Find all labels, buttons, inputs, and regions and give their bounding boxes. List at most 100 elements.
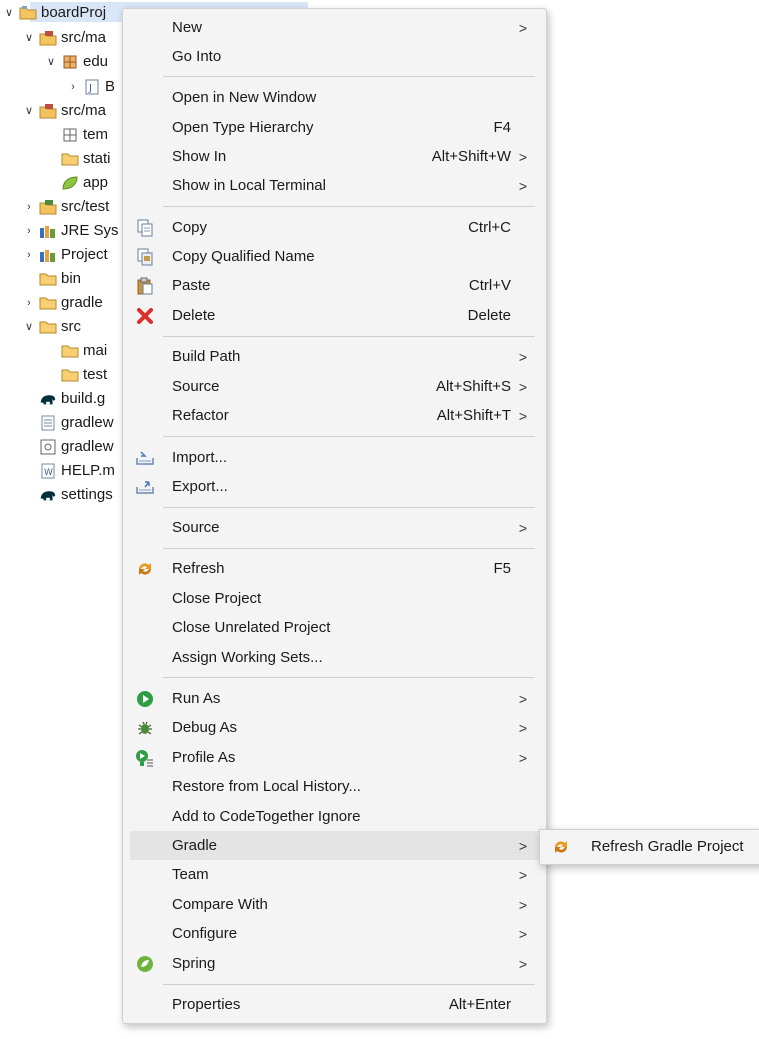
tree-item[interactable]: ∨ edu	[44, 50, 108, 73]
menu-item-gradle[interactable]: Gradle >	[130, 831, 539, 860]
tree-item[interactable]: gradlew	[39, 435, 114, 458]
menu-item-show-in[interactable]: Show In Alt+Shift+W >	[130, 142, 539, 171]
menu-item-source-2[interactable]: Source >	[130, 513, 539, 542]
leaf-icon	[61, 174, 79, 192]
menu-item-label: Restore from Local History...	[172, 778, 361, 795]
menu-item-import[interactable]: Import...	[130, 443, 539, 472]
chevron-right-icon: >	[518, 866, 527, 883]
menu-item-source[interactable]: Source Alt+Shift+S >	[130, 372, 539, 401]
tree-item[interactable]: test	[61, 363, 107, 386]
menu-item-shortcut: Alt+Shift+W	[431, 148, 511, 165]
menu-item-label: Show In	[172, 148, 227, 165]
tree-item[interactable]: mai	[61, 339, 107, 362]
chevron-right-icon[interactable]: ›	[22, 249, 36, 261]
tree-item[interactable]: › J B	[66, 75, 115, 98]
menu-item-close-unrelated-project[interactable]: Close Unrelated Project	[130, 613, 539, 642]
chevron-right-icon: >	[518, 719, 527, 736]
menu-item-copy-qualified-name[interactable]: Copy Qualified Name	[130, 242, 539, 271]
menu-item-compare-with[interactable]: Compare With >	[130, 890, 539, 919]
chevron-right-icon: >	[518, 348, 527, 365]
chevron-down-icon[interactable]: ∨	[22, 31, 36, 44]
chevron-right-icon: >	[518, 19, 527, 36]
tree-item-label: settings	[61, 486, 113, 503]
gradle-elephant-icon	[39, 486, 57, 504]
menu-item-label: Open Type Hierarchy	[172, 119, 314, 136]
menu-item-label: Team	[172, 866, 209, 883]
menu-item-configure[interactable]: Configure >	[130, 919, 539, 948]
tree-item-root[interactable]: ∨ boardProj	[2, 1, 106, 24]
tree-item[interactable]: ∨ src/ma	[22, 99, 106, 122]
tree-item[interactable]: ∨ src	[22, 315, 81, 338]
tree-item[interactable]: stati	[61, 147, 111, 170]
tree-item-label: edu	[83, 53, 109, 70]
tree-item[interactable]: › src/test	[22, 195, 109, 218]
menu-item-paste[interactable]: Paste Ctrl+V	[130, 271, 539, 300]
menu-item-label: Close Unrelated Project	[172, 619, 331, 636]
export-icon	[134, 476, 156, 498]
menu-item-spring[interactable]: Spring >	[130, 949, 539, 978]
project-explorer-tree: ∨ boardProj ∨ src/ma ∨ edu › J B ∨ src/m…	[0, 0, 308, 1039]
menu-item-team[interactable]: Team >	[130, 860, 539, 889]
menu-item-label: Go Into	[172, 48, 222, 65]
java-file-icon: J	[83, 78, 101, 96]
tree-item[interactable]: gradlew	[39, 411, 114, 434]
menu-separator	[163, 984, 535, 985]
menu-item-new[interactable]: New >	[130, 13, 539, 42]
menu-item-debug-as[interactable]: Debug As >	[130, 713, 539, 742]
chevron-right-icon: >	[518, 148, 527, 165]
menu-item-add-to-codetogether-ignore[interactable]: Add to CodeTogether Ignore	[130, 802, 539, 831]
tree-item[interactable]: settings	[39, 483, 113, 506]
menu-item-shortcut: Delete	[467, 307, 511, 324]
tree-item-label: bin	[61, 270, 82, 287]
menu-item-refactor[interactable]: Refactor Alt+Shift+T >	[130, 401, 539, 430]
menu-item-profile-as[interactable]: Profile As >	[130, 743, 539, 772]
menu-item-delete[interactable]: Delete Delete	[130, 301, 539, 330]
menu-item-export[interactable]: Export...	[130, 472, 539, 501]
menu-item-go-into[interactable]: Go Into	[130, 42, 539, 71]
chevron-right-icon[interactable]: ›	[22, 297, 36, 309]
menu-item-copy[interactable]: Copy Ctrl+C	[130, 213, 539, 242]
menu-item-build-path[interactable]: Build Path >	[130, 342, 539, 371]
menu-item-show-in-local-terminal[interactable]: Show in Local Terminal >	[130, 171, 539, 200]
chevron-right-icon: >	[518, 519, 527, 536]
chevron-right-icon[interactable]: ›	[22, 225, 36, 237]
menu-item-label: Spring	[172, 955, 216, 972]
tree-item[interactable]: app	[61, 171, 108, 194]
chevron-down-icon[interactable]: ∨	[22, 104, 36, 117]
menu-item-restore-from-local-history[interactable]: Restore from Local History...	[130, 772, 539, 801]
menu-item-shortcut: F5	[493, 560, 511, 577]
chevron-down-icon[interactable]: ∨	[2, 6, 16, 19]
tree-item[interactable]: W HELP.m	[39, 459, 115, 482]
menu-item-open-type-hierarchy[interactable]: Open Type Hierarchy F4	[130, 113, 539, 142]
tree-item[interactable]: tem	[61, 123, 108, 146]
tree-item[interactable]: › JRE Sys	[22, 219, 118, 242]
chevron-right-icon: >	[518, 837, 527, 854]
copy-qualified-name-icon	[134, 246, 156, 268]
menu-item-label: Gradle	[172, 837, 218, 854]
menu-item-close-project[interactable]: Close Project	[130, 584, 539, 613]
chevron-right-icon[interactable]: ›	[66, 81, 80, 93]
menu-separator	[163, 677, 535, 678]
menu-item-run-as[interactable]: Run As >	[130, 684, 539, 713]
tree-item[interactable]: › gradle	[22, 291, 103, 314]
tree-item[interactable]: ∨ src/ma	[22, 26, 106, 49]
import-icon	[134, 447, 156, 469]
menu-item-label: Properties	[172, 996, 241, 1013]
tree-item-label: B	[105, 78, 116, 95]
tree-item[interactable]: › Project	[22, 243, 108, 266]
refresh-icon	[550, 836, 572, 858]
chevron-right-icon[interactable]: ›	[22, 201, 36, 213]
menu-item-properties[interactable]: Properties Alt+Enter	[130, 990, 539, 1019]
tree-item-label: mai	[83, 342, 108, 359]
menu-item-refresh-gradle-project[interactable]: Refresh Gradle Project	[546, 832, 759, 861]
chevron-down-icon[interactable]: ∨	[44, 55, 58, 68]
menu-item-open-in-new-window[interactable]: Open in New Window	[130, 83, 539, 112]
menu-item-assign-working-sets[interactable]: Assign Working Sets...	[130, 643, 539, 672]
tree-item[interactable]: build.g	[39, 387, 105, 410]
package-icon	[61, 126, 79, 144]
chevron-down-icon[interactable]: ∨	[22, 320, 36, 333]
tree-item[interactable]: bin	[39, 267, 81, 290]
menu-item-shortcut: Ctrl+C	[468, 219, 511, 236]
tree-item-label: gradle	[61, 294, 103, 311]
menu-item-refresh[interactable]: Refresh F5	[130, 554, 539, 583]
